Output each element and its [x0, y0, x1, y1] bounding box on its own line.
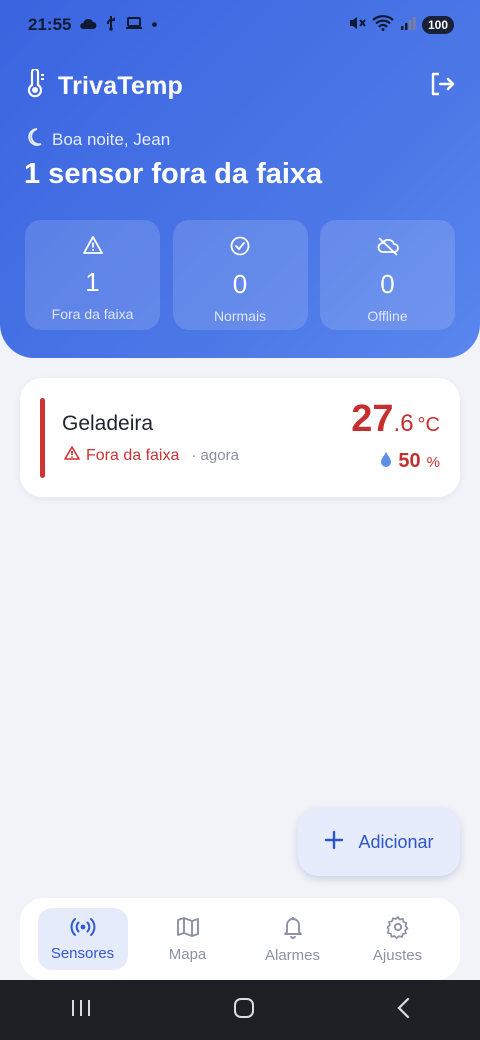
app-name: TrivaTemp — [58, 71, 183, 100]
laptop-icon — [125, 15, 143, 35]
temperature-decimal: .6 — [393, 410, 414, 437]
signal-icon — [400, 15, 416, 36]
stat-offline[interactable]: 0 Offline — [320, 220, 455, 330]
cloud-off-icon — [376, 236, 400, 261]
humidity-unit: % — [426, 454, 440, 471]
header: 21:55 • 100 TrivaTemp Boa noite, Jean 1 … — [0, 0, 480, 358]
bottom-navigation: Sensores Mapa Alarmes Ajustes — [20, 898, 460, 980]
cloud-icon — [79, 15, 97, 35]
add-sensor-label: Adicionar — [358, 831, 434, 852]
home-icon[interactable] — [233, 997, 255, 1024]
stat-value: 1 — [85, 267, 100, 297]
usb-icon — [105, 15, 117, 36]
status-bar: 21:55 • 100 — [0, 0, 480, 50]
moon-icon — [26, 128, 42, 151]
nav-label: Mapa — [168, 945, 207, 963]
brand: TrivaTemp — [24, 67, 183, 104]
nav-item-alarmes[interactable]: Alarmes — [248, 908, 338, 970]
alert-bar — [40, 398, 45, 478]
humidity-reading: 50 % — [380, 450, 440, 473]
sensor-status-text: Fora da faixa — [86, 446, 180, 464]
warning-triangle-icon — [82, 236, 103, 259]
temperature-reading: 27 .6 °C — [351, 398, 440, 441]
stat-value: 0 — [232, 269, 248, 299]
nav-item-ajustes[interactable]: Ajustes — [353, 908, 443, 970]
warning-triangle-icon — [64, 446, 80, 465]
sensor-name: Geladeira — [62, 412, 154, 435]
map-icon — [176, 916, 200, 942]
stat-label: Fora da faixa — [51, 306, 134, 322]
greeting-text: Boa noite, Jean — [52, 129, 171, 149]
mute-icon — [348, 15, 366, 36]
thermometer-icon — [24, 67, 46, 104]
back-icon[interactable] — [396, 997, 410, 1024]
temperature-integer: 27 — [351, 398, 394, 440]
bell-icon — [282, 915, 304, 943]
recent-apps-icon[interactable] — [70, 999, 92, 1022]
sensor-card[interactable]: Geladeira Fora da faixa · agora 27 .6 °C… — [20, 378, 460, 497]
water-drop-icon — [380, 451, 392, 472]
nav-item-sensores[interactable]: Sensores — [37, 908, 128, 970]
nav-label: Alarmes — [264, 946, 320, 964]
humidity-value: 50 — [398, 450, 421, 472]
status-time: 21:55 — [28, 15, 72, 34]
nav-item-mapa[interactable]: Mapa — [143, 908, 233, 970]
plus-icon — [324, 830, 344, 855]
nav-label: Ajustes — [372, 946, 423, 964]
temperature-unit: °C — [417, 414, 440, 436]
stat-label: Normais — [213, 308, 267, 324]
logout-icon[interactable] — [428, 70, 456, 103]
sensor-status: Fora da faixa · agora — [64, 446, 239, 465]
nav-label: Sensores — [50, 944, 115, 962]
wifi-icon — [372, 14, 394, 36]
system-navigation-bar — [0, 980, 480, 1040]
stat-label: Offline — [367, 308, 408, 324]
gear-icon — [386, 915, 410, 943]
add-sensor-button[interactable]: Adicionar — [298, 808, 460, 876]
stat-out-of-range[interactable]: 1 Fora da faixa — [25, 220, 160, 330]
stats-row: 1 Fora da faixa 0 Normais 0 Offline — [25, 220, 455, 330]
sensor-last-update: · agora — [191, 447, 239, 464]
sensor-broadcast-icon — [70, 917, 96, 941]
battery-indicator: 100 — [421, 16, 454, 34]
check-circle-icon — [230, 236, 250, 261]
notification-dot: • — [151, 15, 158, 34]
stat-value: 0 — [380, 269, 395, 299]
stat-normal[interactable]: 0 Normais — [172, 220, 308, 330]
app-bar: TrivaTemp — [24, 66, 456, 106]
greeting: Boa noite, Jean — [26, 128, 170, 151]
summary-headline: 1 sensor fora da faixa — [24, 158, 323, 190]
